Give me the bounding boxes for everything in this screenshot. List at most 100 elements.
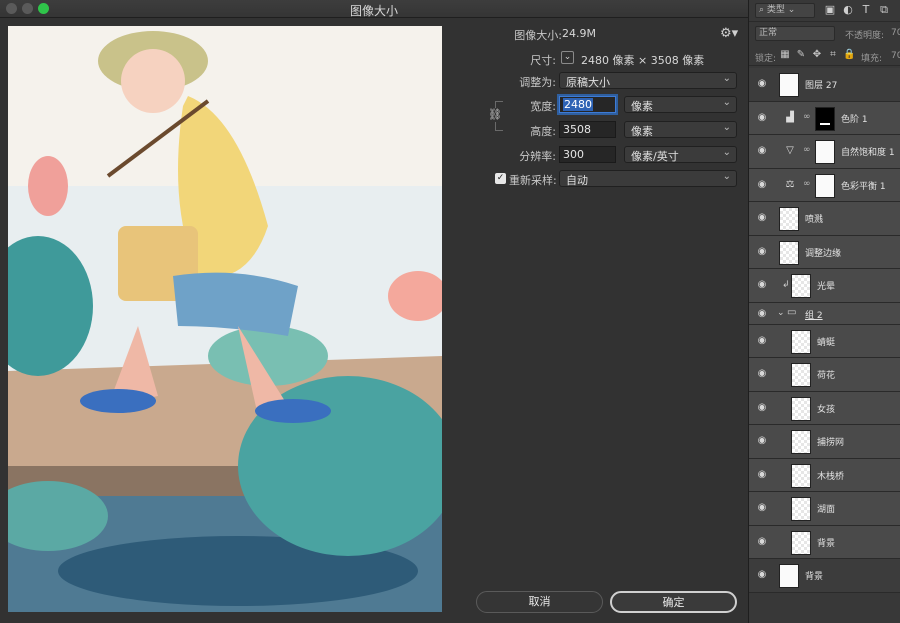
eye-icon[interactable]: ◉ xyxy=(756,112,768,124)
lock-artboard-icon[interactable]: ⌗ xyxy=(827,49,839,61)
layer-row[interactable]: ◉ ↲ 光晕 xyxy=(749,269,900,303)
eye-icon[interactable]: ◉ xyxy=(756,536,768,548)
kind-filter-select[interactable]: ⌕ 类型 ⌄ xyxy=(755,3,815,18)
layer-row[interactable]: ◉ ▟ ∞ 色阶 1 xyxy=(749,101,900,135)
chain-link-icon: ∞ xyxy=(803,111,811,122)
eye-icon[interactable]: ◉ xyxy=(756,246,768,258)
eye-icon[interactable]: ◉ xyxy=(756,469,768,481)
lock-label: 锁定: xyxy=(755,54,777,64)
dimensions-value: 2480 像素 × 3508 像素 xyxy=(581,54,705,67)
resample-checkbox[interactable]: ✓ xyxy=(495,173,506,184)
layer-thumbnail xyxy=(791,363,811,387)
opacity-value[interactable]: 70 xyxy=(891,28,900,38)
layer-thumbnail xyxy=(791,530,811,555)
eye-icon[interactable]: ◉ xyxy=(756,435,768,447)
layer-name: 调整边缘 xyxy=(805,248,842,259)
width-value: 2480 xyxy=(563,98,593,111)
chevron-down-icon: ⌄ xyxy=(722,122,731,133)
lock-all-icon[interactable]: 🔒 xyxy=(843,49,855,61)
eye-icon[interactable]: ◉ xyxy=(756,368,768,380)
resolution-input[interactable]: 300 xyxy=(559,146,616,163)
folder-icon: ▭ xyxy=(787,306,797,318)
layer-name: 喷溅 xyxy=(805,215,824,225)
layer-row[interactable]: ◉ 湖面 xyxy=(749,492,900,526)
eye-icon[interactable]: ◉ xyxy=(756,145,768,157)
layer-thumbnail xyxy=(779,564,799,588)
fill-value[interactable]: 70 xyxy=(891,51,900,61)
resolution-unit-value: 像素/英寸 xyxy=(631,150,679,163)
ok-button[interactable]: 确定 xyxy=(610,591,737,613)
chain-link-icon: ∞ xyxy=(803,145,811,155)
layer-row[interactable]: ◉ 捕捞网 xyxy=(749,425,900,459)
eye-icon[interactable]: ◉ xyxy=(756,402,768,414)
fit-to-label: 调整为: xyxy=(519,76,556,89)
resolution-unit-select[interactable]: 像素/英寸 ⌄ xyxy=(624,146,737,163)
fit-to-value: 原稿大小 xyxy=(566,76,610,89)
layer-row[interactable]: ◉ 蜻蜓 xyxy=(749,324,900,358)
fit-to-select[interactable]: 原稿大小 ⌄ xyxy=(559,72,737,89)
layer-row[interactable]: ◉ 背景 xyxy=(749,559,900,593)
eye-icon[interactable]: ◉ xyxy=(756,279,768,291)
kind-filter-value: 类型 xyxy=(766,5,785,15)
layer-name: 色阶 1 xyxy=(841,114,868,125)
eye-icon[interactable]: ◉ xyxy=(756,78,768,90)
color-balance-icon: ⚖ xyxy=(785,178,795,190)
eye-icon[interactable]: ◉ xyxy=(756,569,768,581)
layer-thumbnail xyxy=(779,207,799,231)
layer-row[interactable]: ◉ ▽ ∞ 自然饱和度 1 xyxy=(749,135,900,169)
layer-thumbnail xyxy=(791,497,811,521)
eye-icon[interactable]: ◉ xyxy=(756,308,768,320)
layer-row[interactable]: ◉ 调整边缘 xyxy=(749,235,900,269)
layer-mask-thumbnail xyxy=(815,140,835,164)
group-row[interactable]: ◉ ⌄ ▭ 组 2 xyxy=(749,302,900,325)
eye-icon[interactable]: ◉ xyxy=(756,502,768,514)
type-filter-icon[interactable]: T xyxy=(859,3,873,17)
eye-icon[interactable]: ◉ xyxy=(756,179,768,191)
shape-filter-icon[interactable]: ⧉ xyxy=(877,3,891,17)
width-label: 宽度: xyxy=(530,100,556,113)
layer-thumbnail xyxy=(791,463,811,488)
eye-icon[interactable]: ◉ xyxy=(756,335,768,347)
layer-row[interactable]: ◉ 喷溅 xyxy=(749,202,900,236)
levels-icon: ▟ xyxy=(786,111,794,123)
blend-mode-select[interactable]: 正常 xyxy=(755,26,835,41)
height-input[interactable]: 3508 xyxy=(559,121,616,138)
window-title: 图像大小 xyxy=(349,4,398,18)
layer-filter-bar: ⌕ 类型 ⌄ ▣ ◐ T ⧉ xyxy=(749,0,900,22)
resample-select[interactable]: 自动 ⌄ xyxy=(559,170,737,187)
layer-row[interactable]: ◉ 图层 27 xyxy=(749,68,900,102)
height-unit-select[interactable]: 像素 ⌄ xyxy=(624,121,737,138)
eye-icon[interactable]: ◉ xyxy=(756,212,768,224)
chevron-down-icon[interactable]: ⌄ xyxy=(777,308,785,318)
layer-name: 自然饱和度 1 xyxy=(841,148,895,158)
adjustment-filter-icon[interactable]: ◐ xyxy=(841,3,855,17)
width-unit-select[interactable]: 像素 ⌄ xyxy=(624,96,737,113)
layer-row[interactable]: ◉ 木栈桥 xyxy=(749,458,900,492)
width-input[interactable]: 2480 xyxy=(559,96,616,113)
layer-name: 湖面 xyxy=(817,505,836,515)
layer-name: 背景 xyxy=(817,538,836,549)
layer-row[interactable]: ◉ 荷花 xyxy=(749,358,900,392)
layer-name: 光晕 xyxy=(817,282,836,292)
dimensions-unit-dropdown[interactable]: ⌄ xyxy=(561,51,574,64)
layer-thumbnail xyxy=(791,329,811,354)
layer-row[interactable]: ◉ ⚖ ∞ 色彩平衡 1 xyxy=(749,168,900,202)
layer-row[interactable]: ◉ 女孩 xyxy=(749,391,900,425)
pixel-filter-icon[interactable]: ▣ xyxy=(823,3,837,17)
image-size-dialog: 图像大小 图像大小: 24.9M ⚙▾ 尺寸: ⌄ 2480 像素 × 3508… xyxy=(0,0,748,623)
layers-panel: ⌕ 类型 ⌄ ▣ ◐ T ⧉ 正常 不透明度: 70 锁定: ▦ ✎ ✥ ⌗ 🔒… xyxy=(748,0,900,623)
cancel-button[interactable]: 取消 xyxy=(476,591,603,613)
layer-name: 捕捞网 xyxy=(817,438,845,448)
chevron-down-icon: ⌄ xyxy=(722,147,731,158)
resample-label: 重新采样: xyxy=(509,174,557,187)
layer-row[interactable]: ◉ 背景 xyxy=(749,525,900,559)
lock-pixels-icon[interactable]: ✎ xyxy=(795,49,807,61)
layer-thumbnail xyxy=(779,240,799,265)
image-preview[interactable] xyxy=(8,26,442,612)
layer-thumbnail xyxy=(791,274,811,298)
gear-icon[interactable]: ⚙▾ xyxy=(720,26,738,41)
opacity-label: 不透明度: xyxy=(845,31,885,41)
lock-transparency-icon[interactable]: ▦ xyxy=(779,49,791,61)
layers-list: ◉ 图层 27 ◉ ▟ ∞ 色阶 1 ◉ ▽ ∞ 自然饱和度 1 ◉ ⚖ ∞ 色… xyxy=(749,68,900,593)
lock-position-icon[interactable]: ✥ xyxy=(811,49,823,61)
